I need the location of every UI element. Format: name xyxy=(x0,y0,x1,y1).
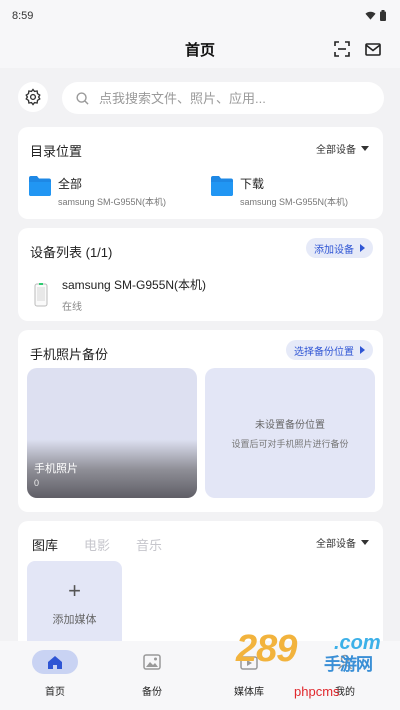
gallery-device-select-label: 全部设备 xyxy=(316,539,356,550)
profile-icon xyxy=(337,654,353,670)
nav-media-pill xyxy=(226,650,272,674)
mail-icon xyxy=(365,42,381,56)
device-item[interactable]: samsung SM-G955N(本机) 在线 xyxy=(34,276,206,313)
folder-name: 下载 xyxy=(240,177,265,191)
nav-backup-label: 备份 xyxy=(142,687,162,698)
scan-icon xyxy=(334,41,350,57)
device-name: samsung SM-G955N(本机) xyxy=(62,278,207,292)
bottom-nav: 首页 备份 媒体库 我的 xyxy=(0,641,400,710)
scan-button[interactable] xyxy=(331,38,353,60)
phone-photos-tile[interactable]: 手机照片 0 xyxy=(27,368,197,498)
caret-down-icon xyxy=(361,540,369,545)
device-list-title: 设备列表 (1/1) xyxy=(30,245,113,260)
folder-name: 全部 xyxy=(58,177,83,191)
folder-item-downloads[interactable]: 下载 samsung SM-G955N(本机) xyxy=(210,175,348,208)
search-input[interactable] xyxy=(99,90,359,106)
folder-device: samsung SM-G955N(本机) xyxy=(58,197,167,207)
media-tabs: 图库 电影 音乐 xyxy=(32,535,162,554)
gear-icon xyxy=(25,88,41,106)
caret-right-icon xyxy=(360,346,365,354)
caret-right-icon xyxy=(360,244,365,252)
backup-location-tile[interactable]: 未设置备份位置 设置后可对手机照片进行备份 xyxy=(205,368,375,498)
status-icons xyxy=(365,10,386,21)
folder-icon xyxy=(29,176,51,196)
nav-media-library[interactable]: 媒体库 xyxy=(214,650,284,698)
folder-icon xyxy=(211,176,233,196)
device-status: 在线 xyxy=(62,302,82,313)
choose-backup-label: 选择备份位置 xyxy=(294,346,354,358)
search-row xyxy=(0,68,400,124)
folder-item-all[interactable]: 全部 samsung SM-G955N(本机) xyxy=(28,175,166,208)
add-media-label: 添加媒体 xyxy=(52,614,97,626)
gallery-device-select[interactable]: 全部设备 xyxy=(316,535,369,550)
backup-title: 手机照片备份 xyxy=(30,347,109,362)
search-icon xyxy=(76,91,89,105)
folder-device: samsung SM-G955N(本机) xyxy=(240,197,349,207)
directory-title: 目录位置 xyxy=(30,144,83,159)
settings-button[interactable] xyxy=(18,82,48,112)
status-bar: 8:59 xyxy=(0,0,400,30)
nav-home-label: 首页 xyxy=(45,687,65,698)
phone-icon xyxy=(34,282,48,306)
media-library-icon xyxy=(240,656,258,670)
nav-home[interactable]: 首页 xyxy=(20,650,90,698)
nav-profile-pill xyxy=(322,650,368,674)
backup-empty-subtitle: 设置后可对手机照片进行备份 xyxy=(231,439,349,449)
backup-empty-title: 未设置备份位置 xyxy=(255,420,325,431)
nav-profile-label: 我的 xyxy=(335,687,355,698)
photo-backup-card: 手机照片备份 选择备份位置 手机照片 0 未设置备份位置 设置后可对手机照片进行… xyxy=(18,330,383,512)
directory-card: 目录位置 全部设备 全部 samsung SM-G955N(本机) 下载 sam… xyxy=(18,127,383,219)
nav-backup[interactable]: 备份 xyxy=(117,650,187,698)
nav-backup-pill xyxy=(129,650,175,674)
plus-icon: + xyxy=(68,578,81,603)
gallery-card: 图库 电影 音乐 全部设备 + 添加媒体 xyxy=(18,521,383,651)
status-time: 8:59 xyxy=(12,10,34,22)
tab-music[interactable]: 音乐 xyxy=(136,535,162,554)
wifi-icon xyxy=(365,11,376,20)
add-device-button[interactable]: 添加设备 xyxy=(306,238,373,258)
tab-gallery[interactable]: 图库 xyxy=(32,535,58,554)
add-media-button[interactable]: + 添加媒体 xyxy=(27,561,122,651)
app-header: 首页 xyxy=(0,30,400,68)
choose-backup-location-button[interactable]: 选择备份位置 xyxy=(286,340,373,360)
caret-down-icon xyxy=(361,146,369,151)
tab-movies[interactable]: 电影 xyxy=(84,535,110,554)
phone-photos-count: 0 xyxy=(34,478,40,488)
battery-icon xyxy=(380,10,386,21)
nav-home-pill xyxy=(32,650,78,674)
directory-device-select[interactable]: 全部设备 xyxy=(316,141,369,156)
directory-device-select-label: 全部设备 xyxy=(316,145,356,156)
message-button[interactable] xyxy=(362,38,384,60)
nav-profile[interactable]: 我的 xyxy=(310,650,380,698)
image-icon xyxy=(143,654,161,670)
device-list-card: 设备列表 (1/1) 添加设备 samsung SM-G955N(本机) 在线 xyxy=(18,228,383,321)
phone-photos-label: 手机照片 xyxy=(34,463,78,475)
nav-media-label: 媒体库 xyxy=(234,687,264,698)
home-icon xyxy=(48,655,62,669)
search-bar[interactable] xyxy=(62,82,384,114)
add-device-label: 添加设备 xyxy=(314,244,354,256)
